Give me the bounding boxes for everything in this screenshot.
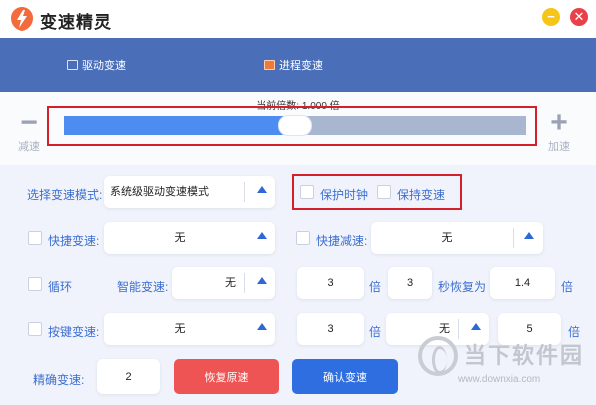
precise-speed-label: 精确变速: — [33, 373, 85, 387]
restore-speed-button[interactable]: 恢复原速 — [174, 359, 279, 394]
speed-slider[interactable] — [64, 115, 526, 136]
app-title: 变速精灵 — [40, 13, 112, 32]
smart-speed-separator — [244, 273, 245, 293]
keep-speed-checkbox[interactable] — [377, 185, 391, 199]
decrease-label: 减速 — [18, 141, 40, 153]
quick-speedup-label: 快捷变速: — [48, 234, 100, 248]
keep-speed-label: 保持变速 — [397, 188, 446, 202]
speed-slider-thumb[interactable] — [278, 115, 312, 136]
watermark: 当下软件园 www.downxia.com — [418, 328, 596, 405]
watermark-url: www.downxia.com — [458, 374, 541, 385]
precise-speed-input[interactable]: 2 — [97, 359, 160, 394]
tab-process-label: 进程变速 — [279, 60, 323, 72]
key-multiple-unit: 倍 — [369, 325, 382, 339]
minus-icon: − — [20, 106, 38, 139]
smart-multiple-unit: 倍 — [369, 280, 382, 294]
chevron-up-icon — [257, 186, 267, 193]
chevron-up-icon — [257, 277, 267, 284]
key-speed-label: 按键变速: — [48, 325, 100, 339]
watermark-text: 当下软件园 — [464, 343, 585, 368]
quick-slowdown-checkbox[interactable] — [296, 231, 310, 245]
mode-label: 选择变速模式: — [27, 188, 103, 202]
floppy-icon — [67, 60, 78, 70]
quick-slowdown-separator — [513, 228, 514, 248]
plus-icon: + — [550, 106, 568, 139]
decrease-speed-button[interactable]: − 减速 — [18, 108, 40, 154]
increase-label: 加速 — [548, 141, 570, 153]
minimize-button[interactable]: − — [542, 8, 560, 26]
tab-driver-label: 驱动变速 — [82, 60, 126, 72]
smart-speed-select[interactable]: 无 — [172, 267, 275, 299]
loop-label: 循环 — [48, 280, 73, 294]
restore-value-input[interactable]: 1.4 — [490, 267, 555, 299]
restore-to-label: 秒恢复为 — [438, 280, 487, 294]
restore-unit: 倍 — [561, 280, 574, 294]
current-multiplier: 当前倍数: 1.000 倍 — [256, 101, 340, 112]
close-button[interactable]: ✕ — [570, 8, 588, 26]
chevron-up-icon — [257, 232, 267, 239]
protect-clock-label: 保护时钟 — [320, 188, 369, 202]
quick-speedup-value: 无 — [174, 232, 186, 244]
smart-speed-label: 智能变速: — [117, 280, 169, 294]
quick-slowdown-select[interactable]: 无 — [371, 222, 543, 254]
mode-value: 系统级驱动变速模式 — [110, 186, 209, 198]
quick-speedup-checkbox[interactable] — [28, 231, 42, 245]
quick-slowdown-value: 无 — [441, 232, 453, 244]
tab-process-speed[interactable]: 进程变速 — [264, 57, 323, 73]
mode-separator — [244, 182, 245, 202]
chevron-up-icon — [257, 323, 267, 330]
tab-driver-speed[interactable]: 驱动变速 — [67, 57, 126, 73]
chevron-up-icon — [524, 232, 534, 239]
smart-speed-value: 无 — [225, 277, 236, 289]
window-icon — [264, 60, 275, 70]
smart-multiple-input[interactable]: 3 — [297, 267, 364, 299]
increase-speed-button[interactable]: + 加速 — [548, 108, 570, 154]
quick-slowdown-label: 快捷减速: — [316, 234, 368, 248]
key-speed-value: 无 — [174, 323, 186, 335]
mode-select[interactable]: 系统级驱动变速模式 — [104, 176, 275, 208]
tab-bar: 驱动变速 进程变速 — [0, 38, 596, 92]
loop-checkbox[interactable] — [28, 277, 42, 291]
lightning-logo-icon — [11, 7, 33, 31]
key-speed-checkbox[interactable] — [28, 322, 42, 336]
speed-slider-fill — [64, 116, 295, 135]
protect-clock-checkbox[interactable] — [300, 185, 314, 199]
quick-speedup-select[interactable]: 无 — [104, 222, 275, 254]
title-bar: 变速精灵 − ✕ — [0, 0, 596, 38]
key-speed-select[interactable]: 无 — [104, 313, 275, 345]
smart-seconds-input[interactable]: 3 — [388, 267, 432, 299]
key-multiple-input[interactable]: 3 — [297, 313, 364, 345]
watermark-logo-icon — [418, 336, 458, 376]
confirm-speed-button[interactable]: 确认变速 — [292, 359, 398, 394]
